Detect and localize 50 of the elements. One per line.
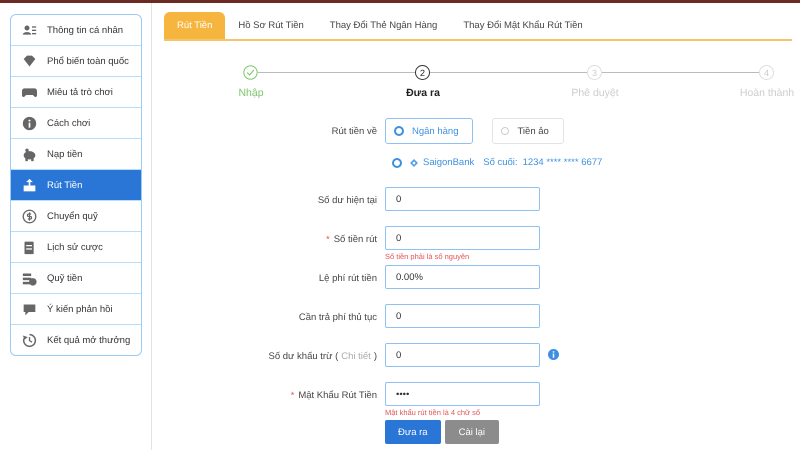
field-label: Rút tiền về	[332, 126, 377, 137]
person-card-icon	[22, 22, 37, 38]
dollar-coin-icon	[22, 208, 37, 224]
input-field[interactable]: 0	[385, 226, 540, 250]
sidebar-item[interactable]: Rút Tiền	[11, 170, 141, 201]
radio-option[interactable]: Tiền ảo	[492, 118, 564, 144]
coin-stack-icon	[22, 270, 37, 286]
tab[interactable]: Thay Đổi Thẻ Ngân Hàng	[316, 12, 450, 39]
info-icon	[22, 116, 37, 130]
sidebar-item[interactable]: Cách chơi	[11, 108, 141, 139]
input-field[interactable]: 0.00%	[385, 265, 540, 289]
radio-option[interactable]: Ngân hàng	[385, 118, 474, 144]
sidebar-item[interactable]: Quỹ tiền	[11, 263, 141, 294]
sidebar-item[interactable]: Phổ biến toàn quốc	[11, 46, 141, 77]
field-label: Mật Khẩu Rút Tiền	[298, 390, 377, 401]
withdraw-icon	[22, 178, 37, 192]
sidebar-item[interactable]: Thông tin cá nhân	[11, 15, 141, 46]
submit-button[interactable]: Đưa ra	[385, 420, 441, 444]
field-label: Cần trả phí thủ tục	[298, 312, 377, 323]
last-digits-label: Số cuối:	[483, 157, 518, 168]
piggy-bank-icon	[22, 146, 37, 162]
field-label: Số tiền rút	[334, 234, 377, 245]
diamond-icon	[22, 54, 37, 68]
info-icon[interactable]	[548, 349, 559, 360]
sidebar-item[interactable]: Miêu tả trò chơi	[11, 77, 141, 108]
sidebar-item[interactable]: Chuyển quỹ	[11, 201, 141, 232]
bank-name: SaigonBank	[423, 157, 474, 168]
sidebar-item[interactable]: Ý kiến phản hồi	[11, 294, 141, 325]
tab[interactable]: Thay Đổi Mật Khẩu Rút Tiền	[450, 12, 596, 39]
tab[interactable]: Hồ Sơ Rút Tiền	[225, 12, 317, 39]
required-mark: *	[326, 234, 330, 244]
input-field[interactable]: 0	[385, 187, 540, 211]
input-field[interactable]: 0	[385, 343, 540, 367]
field-label: )	[374, 351, 377, 362]
step-label: Đưa ra	[405, 87, 441, 99]
input-field[interactable]: 0	[385, 304, 540, 328]
chat-bubble-icon	[22, 302, 37, 316]
required-mark: *	[290, 390, 294, 400]
field-label: Số dư khấu trừ (	[268, 351, 338, 362]
sidebar-item[interactable]: Lịch sử cược	[11, 232, 141, 263]
field-label: Số dư hiện tại	[318, 195, 377, 206]
radio-button[interactable]	[392, 158, 402, 168]
step-label: Nhập	[237, 87, 265, 99]
step-number: 2	[415, 65, 430, 80]
field-label: Lệ phí rút tiền	[318, 273, 377, 284]
sidebar-item[interactable]: Kết quả mở thưởng	[11, 325, 141, 355]
input-field[interactable]: ••••	[385, 382, 540, 406]
card-number: 1234 **** **** 6677	[522, 157, 602, 168]
bank-logo-icon	[410, 158, 418, 166]
history-icon	[22, 332, 37, 348]
